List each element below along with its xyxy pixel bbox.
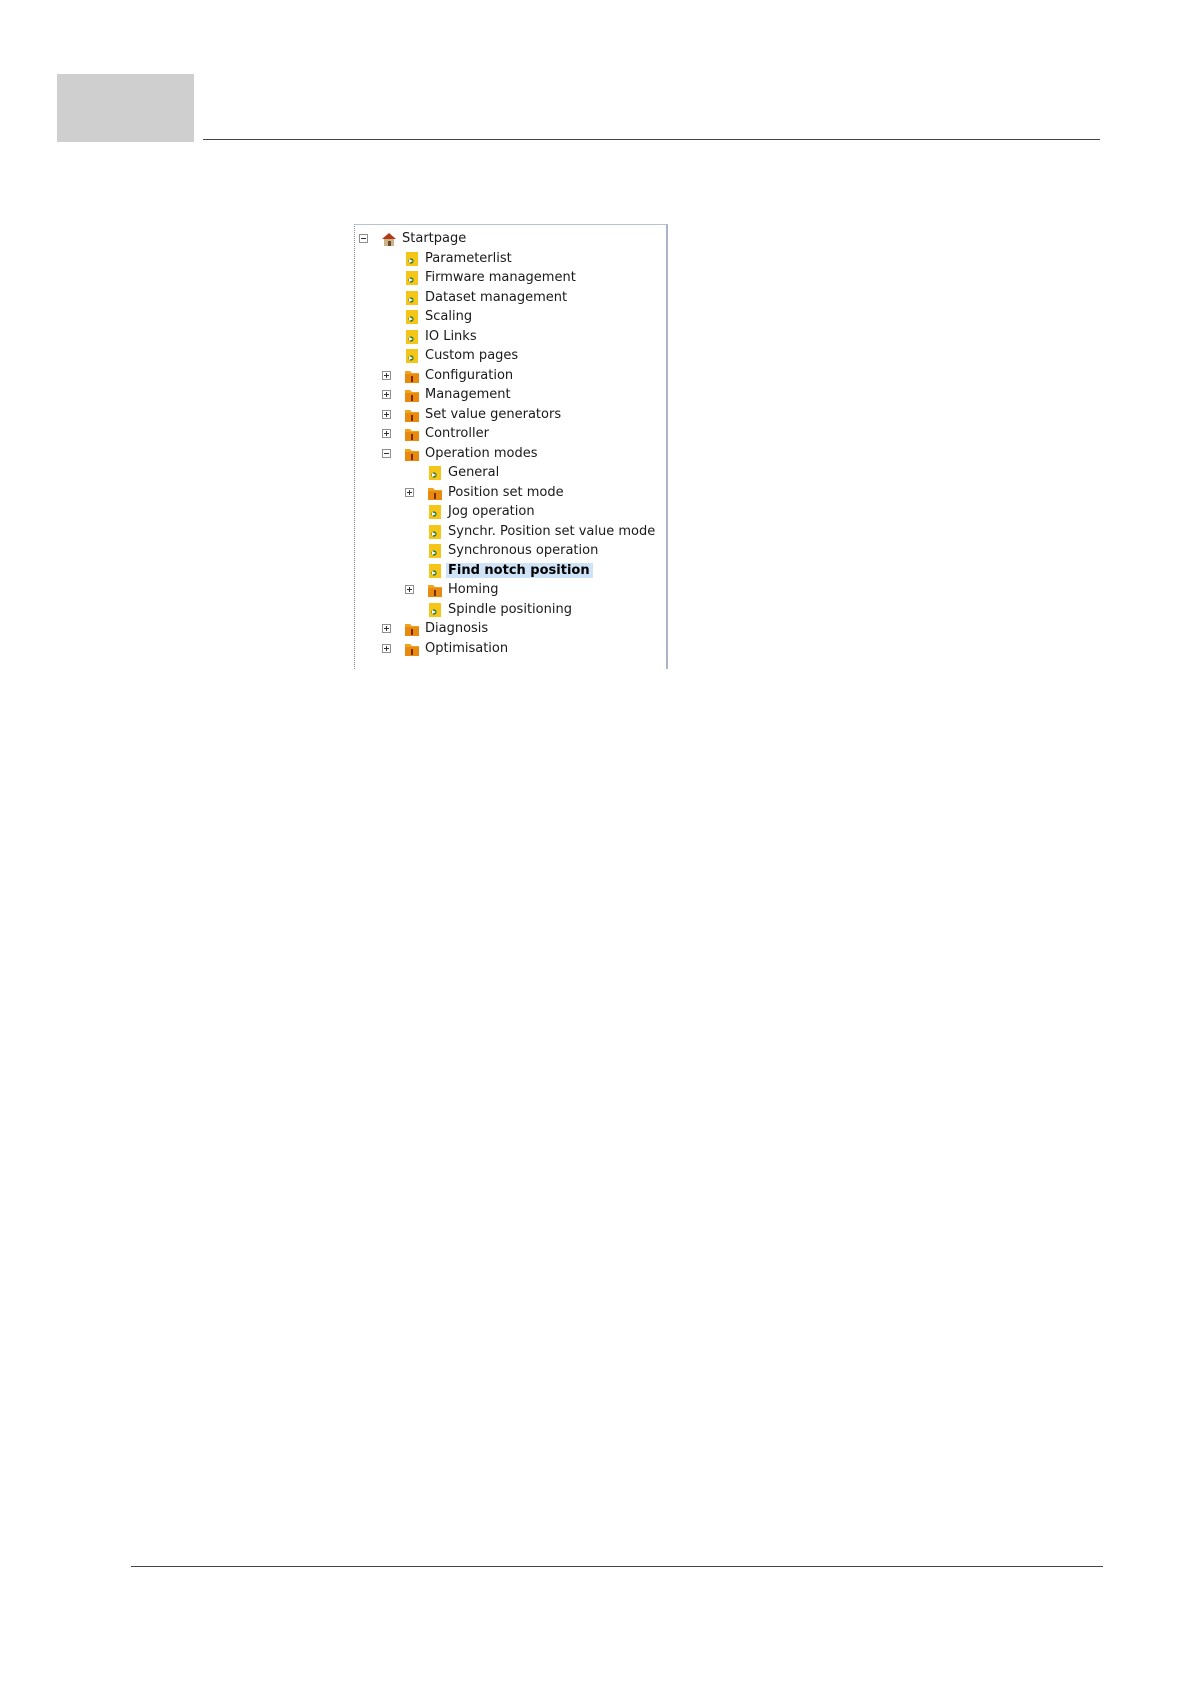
tree-item-label: Scaling	[425, 309, 473, 324]
page-icon	[427, 563, 443, 579]
page-icon	[404, 309, 420, 325]
tree-item-label: Jog operation	[448, 504, 535, 519]
tree-item-label: Firmware management	[425, 270, 576, 285]
expand-toggle[interactable]	[382, 643, 391, 653]
expand-toggle[interactable]	[382, 624, 391, 633]
tree-item-find-notch-position[interactable]: Find notch position	[355, 561, 655, 580]
tree-item-label: Custom pages	[425, 348, 519, 363]
folder-icon	[404, 641, 420, 657]
expand-toggle[interactable]	[382, 390, 391, 399]
folder-icon	[404, 621, 420, 637]
folder-icon	[427, 485, 443, 501]
header-rule	[203, 139, 1100, 140]
page-icon	[427, 504, 443, 520]
page-icon	[427, 602, 443, 618]
tree-item-firmware-management[interactable]: Firmware management	[355, 268, 655, 287]
page-icon	[404, 348, 420, 364]
tree-item-operation-modes[interactable]: Operation modes	[355, 444, 655, 463]
folder-icon	[404, 387, 420, 403]
tree-item-general[interactable]: General	[355, 463, 655, 482]
expand-toggle[interactable]	[382, 370, 391, 380]
tree-item-diagnosis[interactable]: Diagnosis	[355, 619, 655, 638]
tree-item-set-value-generators[interactable]: Set value generators	[355, 405, 655, 424]
footer-rule	[131, 1566, 1103, 1567]
tree-item-scaling[interactable]: Scaling	[355, 307, 655, 326]
folder-icon	[404, 426, 420, 442]
folder-icon	[404, 446, 420, 462]
expand-toggle[interactable]	[405, 585, 414, 594]
tree-item-spindle-positioning[interactable]: Spindle positioning	[355, 600, 655, 619]
tree-item-label: Find notch position	[446, 562, 593, 578]
folder-icon	[427, 582, 443, 598]
house-icon	[381, 231, 397, 247]
folder-icon	[404, 407, 420, 423]
tree-item-label: Management	[425, 387, 511, 402]
parameter-tree[interactable]: Startpage Parameterlist Firmware managemen…	[354, 224, 668, 669]
expand-toggle[interactable]	[382, 429, 391, 438]
tree-item-startpage[interactable]: Startpage	[355, 229, 655, 248]
tree-item-label: Controller	[425, 426, 489, 441]
tree-item-label: Synchr. Position set value mode	[448, 523, 656, 539]
tree-item-dataset-management[interactable]: Dataset management	[355, 288, 655, 307]
tree-item-label: Homing	[448, 582, 499, 597]
tree-item-label: Parameterlist	[425, 250, 512, 266]
page-icon	[427, 524, 443, 540]
page-icon	[404, 290, 420, 306]
chapter-tab-box	[57, 74, 194, 142]
tree-item-custom-pages[interactable]: Custom pages	[355, 346, 655, 365]
tree-item-label: Position set mode	[448, 484, 564, 500]
tree-item-label: Synchronous operation	[448, 543, 599, 558]
tree-item-label: IO Links	[425, 328, 477, 344]
tree-item-parameterlist[interactable]: Parameterlist	[355, 249, 655, 268]
folder-icon	[404, 368, 420, 384]
tree-item-optimisation[interactable]: Optimisation	[355, 639, 655, 658]
tree-item-label: Optimisation	[425, 640, 509, 656]
collapse-toggle[interactable]	[359, 234, 368, 243]
tree-item-configuration[interactable]: Configuration	[355, 366, 655, 385]
page-icon	[404, 270, 420, 286]
expand-toggle[interactable]	[405, 487, 414, 497]
page-icon	[404, 329, 420, 345]
tree-item-label: Operation modes	[425, 445, 538, 461]
tree-item-label: Spindle positioning	[448, 601, 572, 617]
tree-item-label: Set value generators	[425, 406, 562, 422]
collapse-toggle[interactable]	[382, 448, 391, 458]
expand-toggle[interactable]	[382, 409, 391, 419]
page-icon	[427, 465, 443, 481]
tree-item-label: Dataset management	[425, 289, 568, 305]
tree-item-label: Configuration	[425, 367, 514, 383]
page-icon	[404, 251, 420, 267]
tree-item-controller[interactable]: Controller	[355, 424, 655, 443]
tree-item-position-set-mode[interactable]: Position set mode	[355, 483, 655, 502]
tree-item-label: Diagnosis	[425, 621, 489, 636]
tree-item-label: Startpage	[402, 231, 467, 246]
tree-item-homing[interactable]: Homing	[355, 580, 655, 599]
tree-item-synchronous-operation[interactable]: Synchronous operation	[355, 541, 655, 560]
tree-item-io-links[interactable]: IO Links	[355, 327, 655, 346]
tree-item-jog-operation[interactable]: Jog operation	[355, 502, 655, 521]
tree-item-synchr-position-set-value-mode[interactable]: Synchr. Position set value mode	[355, 522, 655, 541]
tree-item-label: General	[448, 465, 500, 480]
page-icon	[427, 543, 443, 559]
tree-item-management[interactable]: Management	[355, 385, 655, 404]
